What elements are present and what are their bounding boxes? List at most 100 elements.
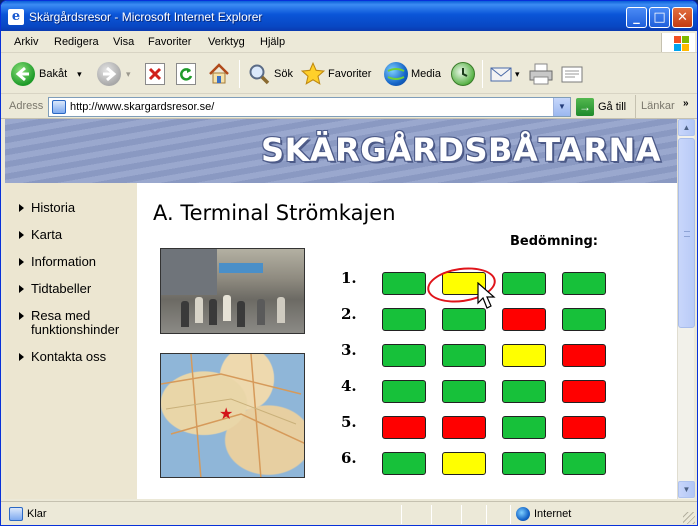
ie-icon: e	[8, 9, 24, 25]
favorites-button[interactable]: Favoriter	[300, 59, 371, 89]
rating-cell-yellow[interactable]	[442, 452, 486, 475]
status-bar: Klar Internet	[1, 501, 697, 525]
address-label: Adress	[9, 100, 44, 112]
stop-icon	[145, 63, 165, 85]
refresh-button[interactable]	[176, 59, 196, 89]
rating-cell-green[interactable]	[382, 380, 426, 403]
address-dropdown-icon[interactable]: ▼	[553, 98, 570, 116]
scroll-up-button[interactable]: ▲	[678, 119, 695, 136]
mail-button[interactable]: ▾	[489, 59, 520, 89]
address-bar: Adress http://www.skargardsresor.se/ ▼ →…	[1, 95, 697, 119]
links-chevron-icon[interactable]: »	[683, 98, 689, 109]
rating-cell-green[interactable]	[382, 308, 426, 331]
rating-row-label: 3.	[341, 341, 357, 359]
forward-button[interactable]: ▾	[97, 59, 131, 89]
print-button[interactable]	[528, 59, 554, 89]
rating-cell-green[interactable]	[382, 452, 426, 475]
rating-cell-red[interactable]	[502, 308, 546, 331]
rating-cell-green[interactable]	[502, 272, 546, 295]
forward-dropdown-icon[interactable]: ▾	[126, 69, 131, 80]
menu-favoriter[interactable]: Favoriter	[148, 36, 191, 48]
edit-button[interactable]	[559, 59, 585, 89]
resize-grip[interactable]	[683, 512, 695, 524]
back-button[interactable]: Bakåt ▾	[11, 59, 82, 89]
nav-item-tidtabeller[interactable]: Tidtabeller	[19, 282, 91, 296]
mouse-pointer-icon	[477, 282, 496, 309]
terminal-map: ★	[160, 353, 305, 478]
triangle-right-icon	[19, 285, 24, 293]
history-button[interactable]	[451, 59, 475, 89]
rating-cell-red[interactable]	[562, 344, 606, 367]
rating-row-label: 4.	[341, 377, 357, 395]
rating-cell-green[interactable]	[562, 308, 606, 331]
star-icon	[300, 61, 326, 87]
nav-item-historia[interactable]: Historia	[19, 201, 75, 215]
rating-cell-green[interactable]	[502, 416, 546, 439]
forward-arrow-icon	[97, 62, 121, 86]
nav-label[interactable]: Historia	[19, 201, 75, 215]
search-button[interactable]: Sök	[247, 59, 293, 89]
page-icon	[52, 100, 66, 114]
menu-verktyg[interactable]: Verktyg	[208, 36, 245, 48]
scroll-thumb[interactable]	[678, 138, 695, 328]
location-star-icon: ★	[219, 406, 234, 423]
nav-label[interactable]: Resa med funktionshinder	[19, 309, 131, 337]
rating-cell-green[interactable]	[442, 380, 486, 403]
nav-label[interactable]: Kontakta oss	[19, 350, 106, 364]
rating-row-label: 1.	[341, 269, 357, 287]
page-status-icon	[9, 507, 23, 521]
rating-cell-red[interactable]	[382, 416, 426, 439]
triangle-right-icon	[19, 204, 24, 212]
toolbar-separator	[239, 60, 240, 88]
back-arrow-icon	[11, 62, 35, 86]
nav-item-karta[interactable]: Karta	[19, 228, 62, 242]
rating-cell-red[interactable]	[442, 416, 486, 439]
rating-cell-green[interactable]	[382, 344, 426, 367]
home-button[interactable]	[207, 59, 231, 89]
address-url[interactable]: http://www.skargardsresor.se/	[70, 101, 214, 113]
media-button[interactable]: Media	[384, 59, 441, 89]
go-button[interactable]: → Gå till	[576, 97, 626, 117]
minimize-button[interactable]: _	[626, 7, 647, 28]
scroll-down-button[interactable]: ▼	[678, 481, 695, 498]
rating-row-label: 5.	[341, 413, 357, 431]
mail-dropdown-icon[interactable]: ▾	[515, 69, 520, 80]
nav-label[interactable]: Karta	[19, 228, 62, 242]
site-main: A. Terminal Strömkajen Bedömning: ★ 1. 2…	[137, 183, 677, 499]
rating-cell-yellow[interactable]	[502, 344, 546, 367]
nav-label[interactable]: Information	[19, 255, 96, 269]
rating-row-label: 2.	[341, 305, 357, 323]
stop-button[interactable]	[145, 59, 165, 89]
maximize-button[interactable]: □	[649, 7, 670, 28]
rating-cell-green[interactable]	[382, 272, 426, 295]
back-dropdown-icon[interactable]: ▾	[77, 69, 82, 80]
address-input[interactable]: http://www.skargardsresor.se/ ▼	[48, 97, 571, 117]
nav-item-resa-med-funktionshinder[interactable]: Resa med funktionshinder	[19, 309, 131, 337]
nav-label[interactable]: Tidtabeller	[19, 282, 91, 296]
links-toolbar[interactable]: Länkar	[635, 95, 675, 119]
rating-cell-green[interactable]	[442, 344, 486, 367]
menu-redigera[interactable]: Redigera	[54, 36, 99, 48]
menu-visa[interactable]: Visa	[113, 36, 134, 48]
windows-logo-icon	[661, 33, 695, 52]
title-bar[interactable]: e Skärgårdsresor - Microsoft Internet Ex…	[1, 1, 697, 31]
rating-cell-red[interactable]	[562, 380, 606, 403]
rating-cell-green[interactable]	[562, 452, 606, 475]
close-button[interactable]: ✕	[672, 7, 693, 28]
security-zone: Internet	[534, 508, 572, 520]
nav-item-information[interactable]: Information	[19, 255, 96, 269]
go-label: Gå till	[598, 101, 627, 113]
menu-hjalp[interactable]: Hjälp	[260, 36, 285, 48]
rating-cell-green[interactable]	[502, 380, 546, 403]
triangle-right-icon	[19, 353, 24, 361]
vertical-scrollbar[interactable]: ▲ ▼	[677, 119, 695, 499]
rating-header: Bedömning:	[510, 234, 598, 249]
nav-item-kontakta-oss[interactable]: Kontakta oss	[19, 350, 106, 364]
rating-cell-red[interactable]	[562, 416, 606, 439]
rating-cell-green[interactable]	[502, 452, 546, 475]
toolbar-separator	[482, 60, 483, 88]
menu-arkiv[interactable]: Arkiv	[14, 36, 38, 48]
rating-cell-green[interactable]	[562, 272, 606, 295]
site-banner: SKÄRGÅRDSBÅTARNA	[5, 119, 677, 183]
site-sidebar: Historia Karta Information Tidtabeller R…	[5, 183, 137, 499]
